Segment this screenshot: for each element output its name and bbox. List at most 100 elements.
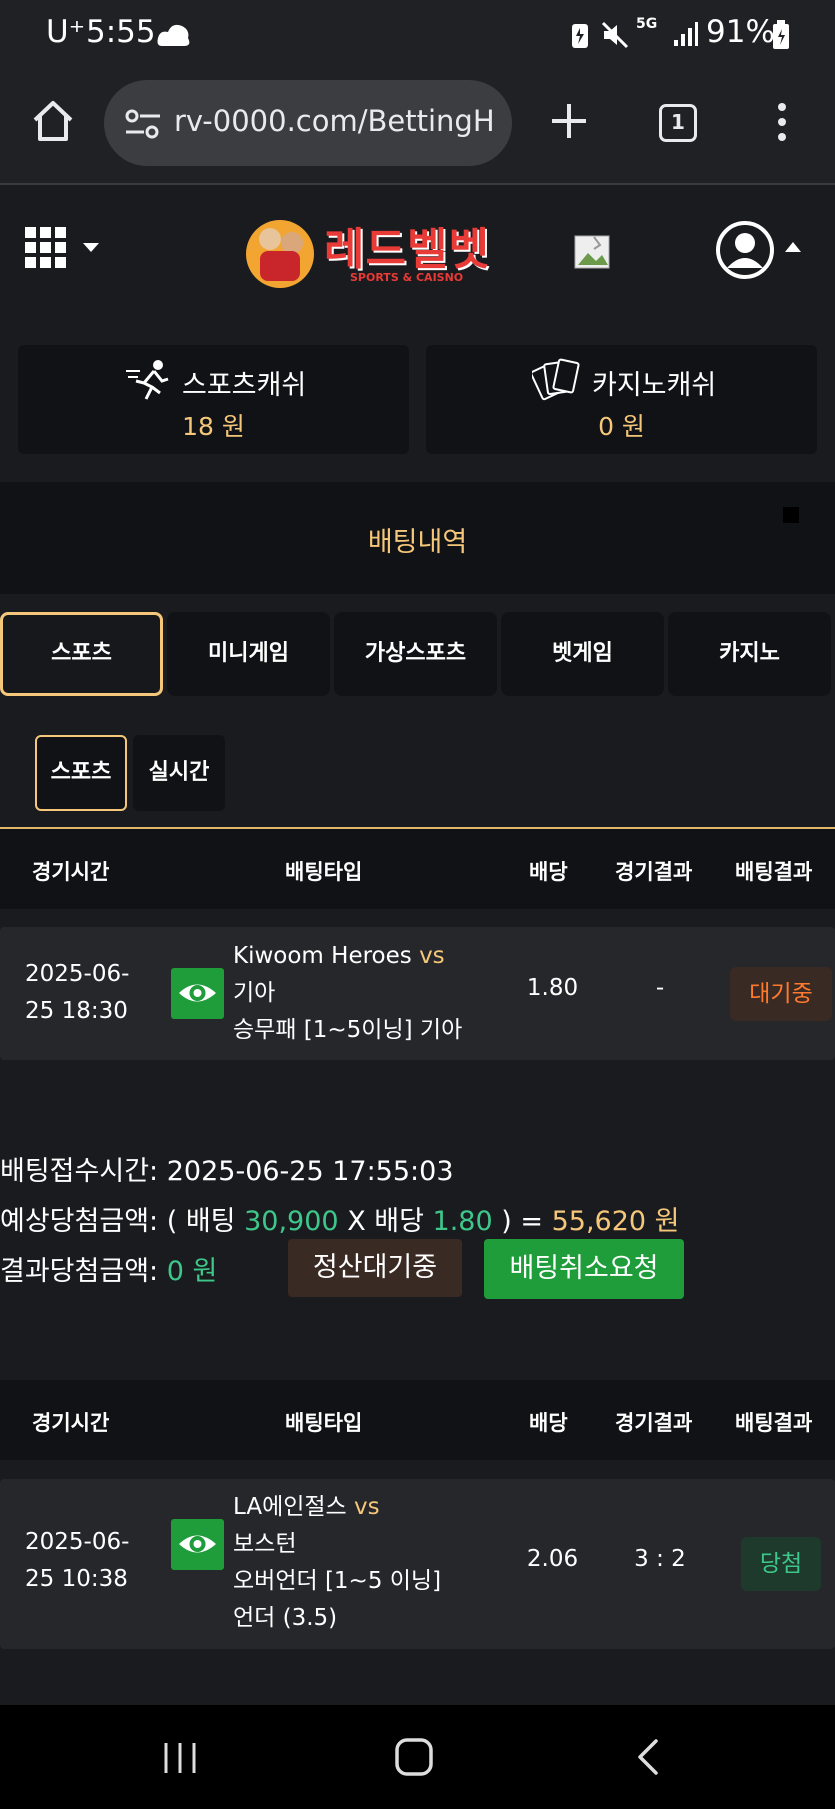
recent-apps-icon[interactable] [160, 1739, 200, 1777]
battery-saver-icon [572, 24, 588, 48]
bet-date-line1: 2025-06- [25, 1529, 130, 1555]
casino-cash-value: 0 원 [598, 412, 645, 441]
game-result: 3 : 2 [634, 1546, 686, 1572]
new-tab-icon[interactable] [550, 102, 588, 140]
more-menu-icon[interactable] [772, 102, 792, 142]
settle-pending-button[interactable]: 정산대기중 [288, 1239, 462, 1297]
view-detail-button[interactable] [171, 1519, 224, 1570]
site-settings-icon[interactable] [124, 108, 162, 140]
bet-row: 2025-06- 25 10:38 LA에인절스 vs 보스턴 오버언더 [1~… [0, 1479, 835, 1649]
col-game-time: 경기시간 [32, 860, 110, 884]
view-detail-button[interactable] [171, 968, 224, 1019]
bet-date-line1: 2025-06- [25, 961, 130, 987]
tab-virtual-sports[interactable]: 가상스포츠 [334, 612, 497, 696]
result-amount-line: 결과당첨금액: 0 원 [0, 1249, 217, 1288]
vs-label: vs [419, 943, 445, 969]
receipt-label: 배팅접수시간: [0, 1156, 159, 1187]
tab-sports[interactable]: 스포츠 [0, 612, 163, 696]
away-team: 기아 [233, 980, 276, 1006]
tab-casino[interactable]: 카지노 [668, 612, 831, 696]
logo-subtitle: SPORTS & CAISNO [350, 271, 464, 284]
bet-match-info: LA에인절스 vs 보스턴 오버언더 [1~5 이닝] 언더 (3.5) [233, 1489, 503, 1637]
playing-cards-icon [532, 358, 580, 401]
bet-match-info: Kiwoom Heroes vs 기아 승무패 [1~5이닝] 기아 [233, 938, 503, 1049]
equals-label: ) = [501, 1206, 544, 1237]
col-bet-result: 배팅결과 [735, 860, 813, 884]
site-header: 레드벨벳 SPORTS & CAISNO [0, 187, 835, 342]
result-amount: 0 원 [166, 1256, 218, 1287]
status-time: 5:55 [86, 14, 156, 50]
expected-label: 예상당첨금액: ( 배팅 [0, 1206, 236, 1237]
col-odds: 배당 [529, 860, 568, 884]
signal-icon [674, 22, 698, 46]
back-icon[interactable] [634, 1737, 664, 1777]
tab-minigame[interactable]: 미니게임 [167, 612, 330, 696]
expected-payout: 55,620 원 [551, 1206, 680, 1237]
browser-toolbar: rv-0000.com/BettingH 1 [0, 70, 835, 185]
logo-text: 레드벨벳 [324, 224, 490, 275]
logo-mascot-icon [246, 220, 314, 288]
running-person-icon [126, 360, 169, 400]
bet-date-line2: 25 18:30 [25, 998, 128, 1024]
battery-percent: 91% [706, 14, 775, 50]
expected-payout-line: 예상당첨금액: ( 배팅 30,900 X 배당 1.80 ) = 55,620… [0, 1199, 680, 1238]
bet-market: 승무패 [1~5이닝] 기아 [233, 1017, 463, 1043]
bet-market-selection: 언더 (3.5) [233, 1605, 338, 1631]
status-badge: 대기중 [730, 967, 832, 1021]
subtab-sports[interactable]: 스포츠 [35, 735, 127, 811]
col-game-result: 경기결과 [615, 860, 693, 884]
tab-betgame[interactable]: 벳게임 [501, 612, 664, 696]
casino-cash-label: 카지노캐쉬 [592, 370, 717, 401]
square-marker [783, 507, 799, 523]
bet-row: 2025-06- 25 18:30 Kiwoom Heroes vs 기아 승무… [0, 927, 835, 1060]
x-odds-label: X 배당 [347, 1206, 424, 1237]
odds-value: 1.80 [432, 1206, 493, 1237]
away-team: 보스턴 [233, 1531, 297, 1557]
tab-switcher-button[interactable]: 1 [659, 104, 697, 142]
home-nav-icon[interactable] [394, 1737, 434, 1777]
site-logo[interactable]: 레드벨벳 SPORTS & CAISNO [240, 209, 510, 291]
address-bar[interactable]: rv-0000.com/BettingH [104, 80, 512, 166]
sports-cash-box: 스포츠캐쉬 18 원 [18, 345, 409, 454]
stake-amount: 30,900 [244, 1206, 339, 1237]
bet-market: 오버언더 [1~5 이닝] [233, 1568, 442, 1594]
sports-cash-label: 스포츠캐쉬 [182, 370, 307, 401]
col-bet-result: 배팅결과 [735, 1411, 813, 1435]
eye-icon [179, 984, 216, 1002]
home-team: Kiwoom Heroes [233, 943, 412, 969]
bet-date: 2025-06- 25 18:30 [25, 956, 145, 1030]
carrier-label: U⁺ [46, 14, 86, 50]
page-title: 배팅내역 [367, 527, 468, 558]
col-odds: 배당 [529, 1411, 568, 1435]
system-nav-bar [0, 1705, 835, 1809]
url-text[interactable]: rv-0000.com/BettingH [174, 104, 504, 138]
cloud-icon [157, 24, 190, 46]
eye-icon [179, 1535, 216, 1553]
page-title-bar: 배팅내역 [0, 482, 835, 594]
bet-odds: 2.06 [526, 1546, 579, 1572]
status-badge: 당첨 [741, 1537, 821, 1591]
home-team: LA에인절스 [233, 1494, 347, 1520]
col-game-time: 경기시간 [32, 1411, 110, 1435]
result-amount-label: 결과당첨금액: [0, 1256, 159, 1287]
status-bar: U⁺ 5:55 5G 91% [0, 0, 835, 70]
receipt-time-line: 배팅접수시간: 2025-06-25 17:55:03 [0, 1149, 454, 1188]
receipt-time: 2025-06-25 17:55:03 [166, 1156, 454, 1187]
table-header: 경기시간 배팅타입 배당 경기결과 배팅결과 [0, 1380, 835, 1460]
bet-date-line2: 25 10:38 [25, 1566, 128, 1592]
broken-image-icon [574, 235, 610, 269]
casino-cash-box: 카지노캐쉬 0 원 [426, 345, 817, 454]
subtab-live[interactable]: 실시간 [133, 735, 225, 811]
apps-grid-icon[interactable] [25, 227, 100, 277]
sports-cash-value: 18 원 [182, 412, 245, 441]
home-icon[interactable] [30, 98, 76, 144]
cancel-bet-button[interactable]: 배팅취소요청 [484, 1239, 684, 1299]
col-bet-type: 배팅타입 [285, 1411, 363, 1435]
col-bet-type: 배팅타입 [285, 860, 363, 884]
network-type: 5G [636, 16, 658, 32]
game-result: - [655, 975, 665, 1001]
table-header: 경기시간 배팅타입 배당 경기결과 배팅결과 [0, 829, 835, 909]
col-game-result: 경기결과 [615, 1411, 693, 1435]
bet-odds: 1.80 [526, 975, 579, 1001]
user-account-icon[interactable] [715, 220, 805, 282]
